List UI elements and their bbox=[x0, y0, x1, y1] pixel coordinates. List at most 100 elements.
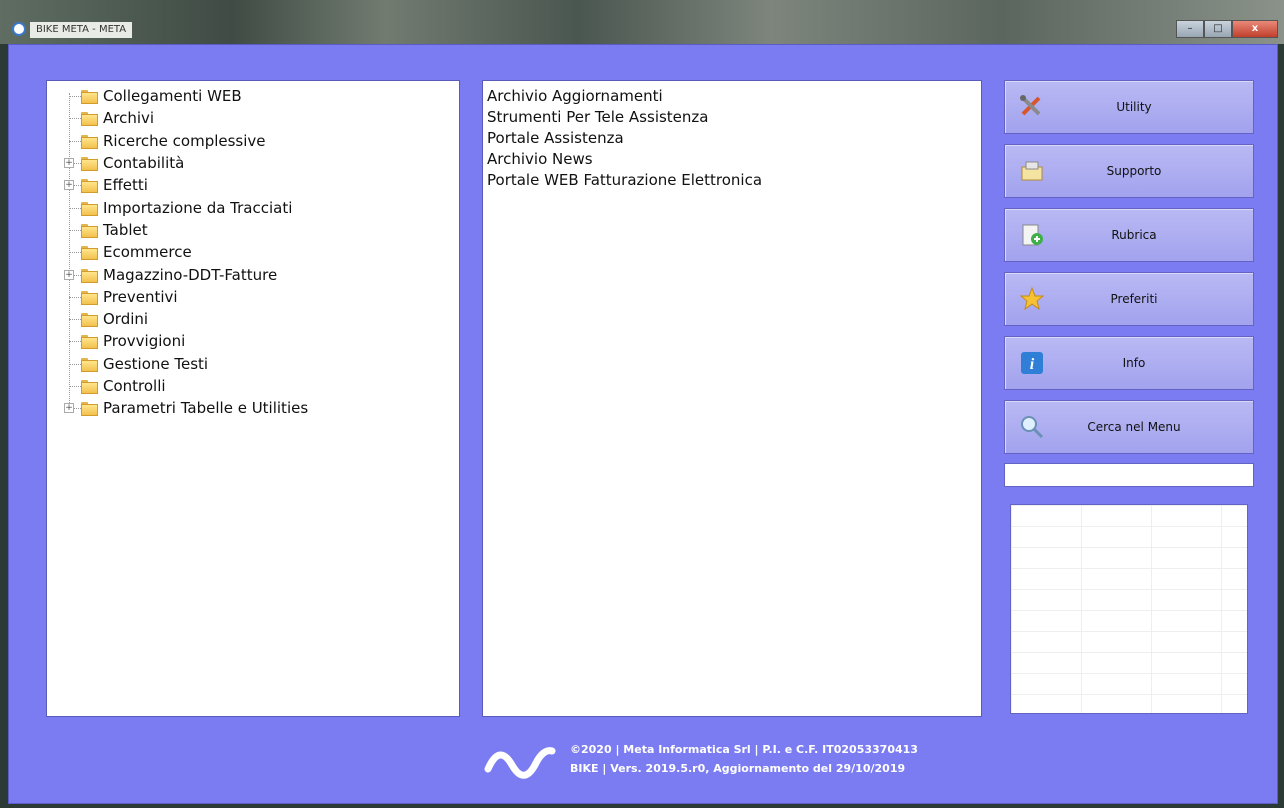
info-label: Info bbox=[1122, 356, 1146, 370]
preferiti-label: Preferiti bbox=[1110, 292, 1158, 306]
address-book-icon bbox=[1019, 222, 1045, 248]
sidebar: Utility Supporto Rubrica Preferiti i Inf… bbox=[1004, 80, 1260, 720]
version-text: BIKE | Vers. 2019.5.r0, Aggiornamento de… bbox=[570, 762, 906, 775]
tree-item[interactable]: Gestione Testi bbox=[47, 353, 459, 375]
copyright-text: ©2020 | Meta Informatica Srl | P.I. e C.… bbox=[570, 743, 918, 756]
tree-item-label: Tablet bbox=[103, 220, 148, 239]
list-item[interactable]: Portale WEB Fatturazione Elettronica bbox=[487, 170, 981, 191]
menu-tree[interactable]: Collegamenti WEB Archivi Ricerche compless… bbox=[46, 80, 460, 717]
supporto-label: Supporto bbox=[1106, 164, 1162, 178]
folder-icon bbox=[81, 157, 98, 172]
folder-icon bbox=[81, 402, 98, 417]
window-controls: – □ x bbox=[1176, 20, 1278, 38]
folder-icon bbox=[81, 90, 98, 105]
expand-icon[interactable]: + bbox=[64, 269, 74, 280]
folder-icon bbox=[81, 313, 98, 328]
support-icon bbox=[1019, 158, 1045, 184]
tree-connector bbox=[69, 96, 81, 98]
folder-icon bbox=[81, 268, 98, 283]
tools-icon bbox=[1019, 94, 1045, 120]
list-item[interactable]: Archivio Aggiornamenti bbox=[487, 86, 981, 107]
footer: ©2020 | Meta Informatica Srl | P.I. e C.… bbox=[484, 733, 1004, 793]
preferiti-button[interactable]: Preferiti bbox=[1004, 272, 1254, 326]
list-item[interactable]: Strumenti Per Tele Assistenza bbox=[487, 107, 981, 128]
tree-item-label: Ecommerce bbox=[103, 243, 192, 262]
tree-connector bbox=[69, 252, 81, 254]
tree-connector bbox=[69, 118, 81, 120]
app-icon[interactable] bbox=[12, 22, 26, 36]
tree-item[interactable]: Ordini bbox=[47, 308, 459, 330]
tree-item-label: Ordini bbox=[103, 310, 149, 329]
rubrica-button[interactable]: Rubrica bbox=[1004, 208, 1254, 262]
list-item[interactable]: Portale Assistenza bbox=[487, 128, 981, 149]
tree-connector bbox=[69, 386, 81, 387]
tree-item[interactable]: + Contabilità bbox=[47, 152, 459, 174]
folder-icon bbox=[81, 223, 98, 238]
title-bar: BIKE META - META – □ x bbox=[0, 0, 1284, 44]
folder-icon bbox=[81, 335, 98, 350]
folder-icon bbox=[81, 134, 98, 149]
tree-item-label: Controlli bbox=[103, 377, 166, 395]
folder-icon bbox=[81, 112, 98, 127]
expand-icon[interactable]: + bbox=[64, 158, 74, 169]
tree-item[interactable]: Tablet bbox=[47, 219, 459, 241]
tree-connector bbox=[69, 140, 81, 142]
tree-item-label: Ricerche complessive bbox=[103, 131, 266, 150]
search-results-grid[interactable] bbox=[1010, 504, 1248, 714]
close-button[interactable]: x bbox=[1232, 20, 1278, 38]
utility-label: Utility bbox=[1116, 100, 1152, 114]
tree-item[interactable]: + Effetti bbox=[47, 174, 459, 196]
tree-connector bbox=[69, 229, 81, 231]
submenu-list[interactable]: Archivio Aggiornamenti Strumenti Per Tel… bbox=[482, 80, 982, 717]
tree-item-label: Importazione da Tracciati bbox=[103, 198, 293, 217]
tree-item[interactable]: + Magazzino-DDT-Fatture bbox=[47, 263, 459, 285]
minimize-button[interactable]: – bbox=[1176, 20, 1204, 38]
svg-text:i: i bbox=[1030, 356, 1035, 373]
tree-item-label: Archivi bbox=[103, 109, 155, 128]
folder-icon bbox=[81, 357, 98, 372]
tree-item-label: Contabilità bbox=[103, 154, 185, 173]
tree-item[interactable]: + Parametri Tabelle e Utilities bbox=[47, 397, 459, 419]
list-item[interactable]: Archivio News bbox=[487, 149, 981, 170]
info-icon: i bbox=[1019, 350, 1045, 376]
tree-item-label: Provvigioni bbox=[103, 332, 186, 351]
folder-icon bbox=[81, 380, 98, 394]
star-icon bbox=[1019, 286, 1045, 312]
folder-icon bbox=[81, 179, 98, 194]
tree-item-label: Magazzino-DDT-Fatture bbox=[103, 265, 278, 284]
tree-connector bbox=[69, 341, 81, 343]
tree-item[interactable]: Importazione da Tracciati bbox=[47, 196, 459, 218]
tree-item[interactable]: Provvigioni bbox=[47, 330, 459, 352]
tree-item[interactable]: Ecommerce bbox=[47, 241, 459, 263]
folder-icon bbox=[81, 201, 98, 216]
tree-item-label: Collegamenti WEB bbox=[103, 87, 242, 106]
maximize-button[interactable]: □ bbox=[1204, 20, 1232, 38]
tree-item[interactable]: Collegamenti WEB bbox=[47, 85, 459, 107]
tree-item[interactable]: Preventivi bbox=[47, 286, 459, 308]
expand-icon[interactable]: + bbox=[64, 403, 74, 414]
expand-icon[interactable]: + bbox=[64, 180, 74, 191]
tree-item[interactable]: Controlli bbox=[47, 375, 459, 397]
tree-item[interactable]: Archivi bbox=[47, 107, 459, 129]
cerca-nel-menu-button[interactable]: Cerca nel Menu bbox=[1004, 400, 1254, 454]
meta-logo bbox=[484, 747, 556, 779]
window-title: BIKE META - META bbox=[30, 22, 133, 38]
tree-item-label: Preventivi bbox=[103, 287, 178, 306]
cerca-nel-menu-label: Cerca nel Menu bbox=[1087, 420, 1181, 434]
tree-item-label: Parametri Tabelle e Utilities bbox=[103, 399, 309, 418]
rubrica-label: Rubrica bbox=[1111, 228, 1157, 242]
supporto-button[interactable]: Supporto bbox=[1004, 144, 1254, 198]
main-window: Collegamenti WEB Archivi Ricerche compless… bbox=[8, 44, 1278, 804]
info-button[interactable]: i Info bbox=[1004, 336, 1254, 390]
tree-item[interactable]: Ricerche complessive bbox=[47, 130, 459, 152]
tree-connector bbox=[69, 296, 81, 298]
tree-item-label: Effetti bbox=[103, 176, 148, 195]
tree-connector bbox=[69, 363, 81, 365]
utility-button[interactable]: Utility bbox=[1004, 80, 1254, 134]
folder-icon bbox=[81, 290, 98, 305]
magnifier-icon bbox=[1019, 414, 1045, 440]
tree-connector bbox=[69, 319, 81, 321]
folder-icon bbox=[81, 246, 98, 261]
tree-item-label: Gestione Testi bbox=[103, 354, 209, 373]
menu-search-input[interactable] bbox=[1004, 463, 1254, 487]
